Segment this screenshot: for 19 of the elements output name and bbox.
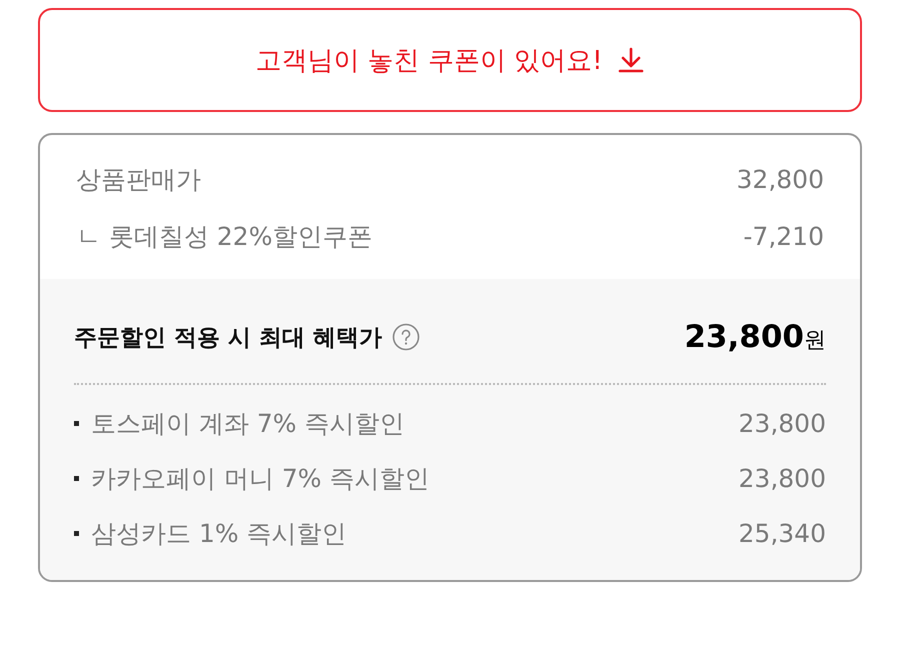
discount-label: 삼성카드 1% 즉시할인 xyxy=(91,518,347,550)
bullet-icon xyxy=(74,531,79,536)
bullet-icon xyxy=(74,476,79,481)
benefit-title: 주문할인 적용 시 최대 혜택가 xyxy=(74,324,382,352)
discount-label: 카카오페이 머니 7% 즉시할인 xyxy=(91,463,430,495)
benefit-price: 23,800 xyxy=(684,319,804,355)
currency-unit: 원 xyxy=(804,327,826,355)
discount-price: 23,800 xyxy=(738,464,826,493)
help-icon[interactable] xyxy=(392,323,420,351)
coupon-button[interactable]: 고객님이 놓친 쿠폰이 있어요! xyxy=(38,8,862,112)
price-value: 32,800 xyxy=(736,165,824,194)
discount-price: 25,340 xyxy=(738,519,826,548)
price-label: ㄴ 롯데칠성 22%할인쿠폰 xyxy=(76,221,372,253)
discount-price: 23,800 xyxy=(738,409,826,438)
bullet-icon xyxy=(74,421,79,426)
price-label: 상품판매가 xyxy=(76,164,201,196)
discount-label: 토스페이 계좌 7% 즉시할인 xyxy=(91,408,405,440)
download-icon xyxy=(616,46,645,74)
price-value: -7,210 xyxy=(743,222,824,251)
